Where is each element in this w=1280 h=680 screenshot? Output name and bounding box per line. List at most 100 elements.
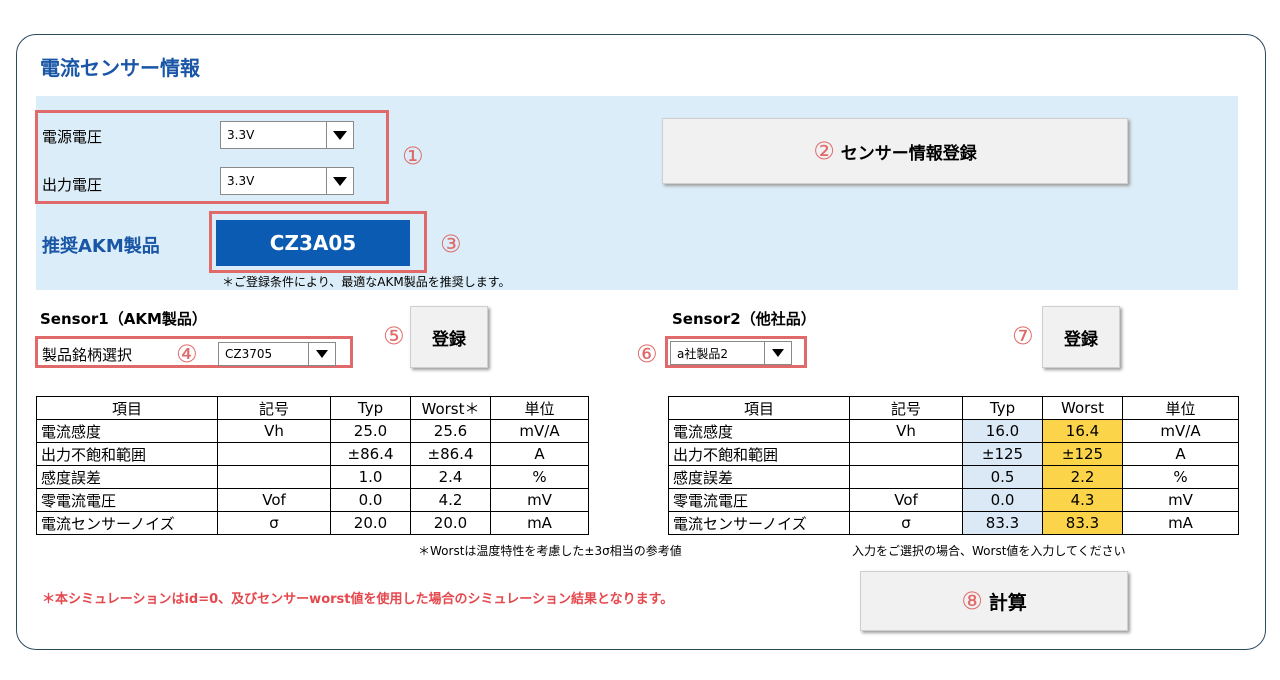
column-header: 項目 [668, 396, 850, 420]
typ-input-cell[interactable]: 0.5 [962, 465, 1043, 489]
table-cell: 零電流電圧 [668, 488, 850, 512]
worst-input-cell[interactable]: ±125 [1042, 442, 1123, 466]
column-header: Worst [1042, 396, 1123, 420]
table-cell: Vof [849, 488, 963, 512]
typ-input-cell[interactable]: 16.0 [962, 419, 1043, 443]
table-row: 電流センサーノイズ σ 83.3 83.3 mA [668, 511, 1239, 535]
table-cell: 20.0 [330, 511, 411, 535]
sensor2-title: Sensor2（他社品） [672, 310, 816, 328]
worst-input-cell[interactable]: 16.4 [1042, 419, 1123, 443]
dropdown-arrow-icon[interactable] [308, 343, 335, 365]
marker-6: ⑥ [636, 340, 658, 368]
table-cell: 出力不飽和範囲 [668, 442, 850, 466]
recommended-product: CZ3A05 [216, 220, 410, 266]
sensor2-product-select[interactable]: a社製品2 [670, 341, 792, 365]
register-sensor-info-button[interactable]: ② センサー情報登録 [662, 118, 1128, 184]
table-cell: 電流センサーノイズ [36, 511, 218, 535]
table-cell: 0.0 [330, 488, 411, 512]
table-cell: Vh [849, 419, 963, 443]
sensor1-register-button[interactable]: 登録 [410, 306, 488, 368]
table-cell: mA [490, 511, 589, 535]
table-row: 電流感度 Vh 25.0 25.6 mV/A [36, 419, 589, 443]
table-row: 感度誤差 0.5 2.2 % [668, 465, 1239, 489]
worst-input-cell[interactable]: 83.3 [1042, 511, 1123, 535]
table-cell: 25.0 [330, 419, 411, 443]
supply-voltage-select[interactable]: 3.3V [220, 121, 354, 149]
table-header-row: 項目 記号 Typ Worst＊ 単位 [36, 396, 589, 420]
calculate-button[interactable]: ⑧ 計算 [860, 571, 1128, 631]
table-cell: 感度誤差 [668, 465, 850, 489]
typ-input-cell[interactable]: 0.0 [962, 488, 1043, 512]
dropdown-arrow-icon[interactable] [326, 122, 353, 148]
table-row: 電流センサーノイズ σ 20.0 20.0 mA [36, 511, 589, 535]
output-voltage-value: 3.3V [227, 174, 255, 188]
marker-1: ① [402, 142, 424, 170]
marker-4: ④ [176, 340, 198, 368]
table-row: 零電流電圧 Vof 0.0 4.3 mV [668, 488, 1239, 512]
recommendation-note: ＊ご登録条件により、最適なAKM製品を推奨します。 [222, 275, 511, 289]
sensor1-table: 項目 記号 Typ Worst＊ 単位 電流感度 Vh 25.0 25.6 mV… [36, 396, 589, 535]
table-cell: mV/A [1122, 419, 1239, 443]
table-cell: σ [849, 511, 963, 535]
column-header: 記号 [217, 396, 331, 420]
marker-2: ② [813, 137, 835, 165]
typ-input-cell[interactable]: 83.3 [962, 511, 1043, 535]
table-cell: mA [1122, 511, 1239, 535]
supply-voltage-label: 電源電圧 [42, 128, 103, 146]
sensor2-register-button[interactable]: 登録 [1042, 306, 1120, 368]
calculate-label: 計算 [988, 591, 1027, 614]
marker-8: ⑧ [961, 587, 983, 615]
simulation-warning: ＊本シミュレーションはid=0、及びセンサーworst値を使用した場合のシミュレ… [42, 592, 674, 607]
table-cell: A [490, 442, 589, 466]
sensor1-product-select[interactable]: CZ3705 [218, 342, 336, 366]
table-cell [217, 442, 331, 466]
sensor1-title: Sensor1（AKM製品） [40, 310, 207, 328]
table-cell: 4.2 [410, 488, 491, 512]
table-cell: 零電流電圧 [36, 488, 218, 512]
output-voltage-select[interactable]: 3.3V [220, 167, 354, 195]
column-header: 項目 [36, 396, 218, 420]
table-cell: A [1122, 442, 1239, 466]
marker-7: ⑦ [1012, 322, 1034, 350]
column-header: 単位 [490, 396, 589, 420]
table-cell: mV [1122, 488, 1239, 512]
marker-5: ⑤ [383, 322, 405, 350]
table-cell [849, 465, 963, 489]
column-header: Typ [330, 396, 411, 420]
table-cell: ±86.4 [410, 442, 491, 466]
table-cell: 電流感度 [36, 419, 218, 443]
register-sensor-info-label: センサー情報登録 [840, 143, 977, 164]
sensor2-register-label: 登録 [1064, 329, 1098, 350]
dropdown-arrow-icon[interactable] [326, 168, 353, 194]
dropdown-arrow-icon[interactable] [764, 342, 791, 364]
table-cell: Vh [217, 419, 331, 443]
table-row: 感度誤差 1.0 2.4 % [36, 465, 589, 489]
sensor1-register-label: 登録 [432, 329, 466, 350]
sensor2-product-value: a社製品2 [677, 346, 728, 361]
typ-input-cell[interactable]: ±125 [962, 442, 1043, 466]
table-cell: mV [490, 488, 589, 512]
table-cell: 電流センサーノイズ [668, 511, 850, 535]
worst-input-cell[interactable]: 4.3 [1042, 488, 1123, 512]
table-cell: % [490, 465, 589, 489]
table-cell: Vof [217, 488, 331, 512]
table-row: 電流感度 Vh 16.0 16.4 mV/A [668, 419, 1239, 443]
marker-3: ③ [440, 230, 462, 258]
sensor2-table: 項目 記号 Typ Worst 単位 電流感度 Vh 16.0 16.4 mV/… [668, 396, 1239, 535]
table-cell: 25.6 [410, 419, 491, 443]
column-header: Worst＊ [410, 396, 491, 420]
page-title: 電流センサー情報 [40, 56, 200, 80]
table-cell: σ [217, 511, 331, 535]
table-header-row: 項目 記号 Typ Worst 単位 [668, 396, 1239, 420]
table-cell: 感度誤差 [36, 465, 218, 489]
table-row: 出力不飽和範囲 ±86.4 ±86.4 A [36, 442, 589, 466]
recommended-akm-label: 推奨AKM製品 [42, 236, 160, 257]
sensor2-footnote: 入力をご選択の場合、Worst値を入力してください [852, 544, 1126, 558]
table-cell: % [1122, 465, 1239, 489]
worst-input-cell[interactable]: 2.2 [1042, 465, 1123, 489]
sensor1-footnote: ＊Worstは温度特性を考慮した±3σ相当の参考値 [418, 544, 682, 558]
column-header: 記号 [849, 396, 963, 420]
table-cell: ±86.4 [330, 442, 411, 466]
supply-voltage-value: 3.3V [227, 128, 255, 142]
column-header: Typ [962, 396, 1043, 420]
